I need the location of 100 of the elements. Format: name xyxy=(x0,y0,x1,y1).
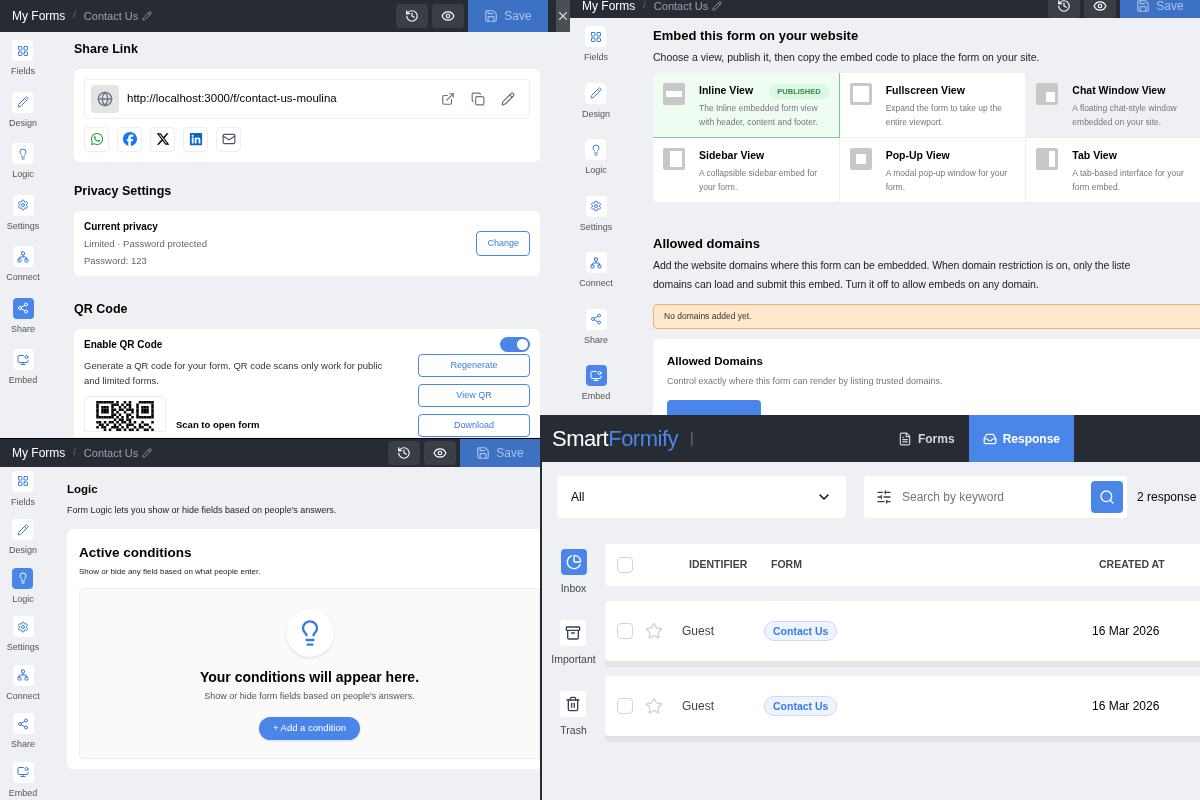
trash-icon[interactable] xyxy=(560,690,587,717)
sidebar-label[interactable]: Fields xyxy=(11,495,35,509)
sidebar-label[interactable]: Logic xyxy=(585,164,607,178)
settings-icon[interactable] xyxy=(585,195,607,217)
qr-toggle[interactable] xyxy=(500,336,530,352)
folder-label[interactable]: Trash xyxy=(560,722,587,739)
preview-button[interactable] xyxy=(432,4,464,28)
search-bar[interactable]: Search by keyword xyxy=(864,476,1127,518)
form-tag: Contact Us xyxy=(764,621,838,641)
pencil-icon[interactable] xyxy=(585,82,607,104)
lightbulb-icon[interactable] xyxy=(585,139,607,160)
pencil-icon[interactable] xyxy=(501,91,515,106)
qr-code-drawing xyxy=(93,400,157,431)
card-description: Show or hide any field based on what people enter. xyxy=(79,565,262,578)
grid-icon[interactable] xyxy=(12,40,34,61)
sidebar-label[interactable]: Embed xyxy=(8,374,38,388)
qr-action-button[interactable]: Download xyxy=(418,413,530,437)
pencil-icon[interactable] xyxy=(142,447,153,458)
monitor-icon[interactable] xyxy=(12,349,34,370)
preview-button[interactable] xyxy=(424,440,456,465)
sidebar-label[interactable]: Fields xyxy=(584,51,608,65)
breadcrumb-separator: / xyxy=(643,0,646,13)
close-icon[interactable] xyxy=(556,9,570,23)
sidebar-label[interactable]: Settings xyxy=(579,220,613,234)
sidebar-label[interactable]: Settings xyxy=(6,219,40,233)
sidebar-label[interactable]: Embed xyxy=(8,786,38,800)
share-icon[interactable] xyxy=(12,713,34,734)
search-field[interactable]: Search by keyword xyxy=(902,488,1081,506)
sidebar-label[interactable]: Logic xyxy=(12,592,34,606)
row-checkbox[interactable] xyxy=(617,623,633,639)
sidebar-label[interactable]: Logic xyxy=(12,168,34,182)
pie-chart-icon[interactable] xyxy=(560,549,587,575)
sidebar-label[interactable]: Design xyxy=(582,107,610,121)
grid-icon[interactable] xyxy=(585,26,607,47)
preview-button[interactable] xyxy=(1084,0,1116,18)
sidebar-label[interactable]: Settings xyxy=(6,641,40,655)
select-all-checkbox[interactable] xyxy=(617,557,633,573)
sidebar-label[interactable]: Design xyxy=(9,544,37,558)
sidebar-label[interactable]: Connect xyxy=(6,689,40,703)
history-button[interactable] xyxy=(388,440,420,465)
settings-icon[interactable] xyxy=(12,194,34,216)
eye-icon xyxy=(441,9,455,23)
lightbulb-icon[interactable] xyxy=(12,143,34,164)
empty-state-text: Show or hide form fields based on people's answers. xyxy=(204,689,415,703)
view-option[interactable]: Fullscreen View Expand the form to take up the entire viewport. xyxy=(839,73,1027,139)
change-button[interactable]: Change xyxy=(476,230,530,256)
x-button[interactable] xyxy=(150,126,175,152)
pencil-icon[interactable] xyxy=(12,91,34,113)
view-option[interactable]: Pop-Up View A modal pop-up window for your form. xyxy=(839,138,1027,204)
copy-icon[interactable] xyxy=(471,91,485,106)
network-icon[interactable] xyxy=(12,246,34,267)
search-button[interactable] xyxy=(1091,481,1123,513)
history-button[interactable] xyxy=(396,4,428,28)
qr-action-button[interactable]: View QR xyxy=(418,383,530,407)
nav-tab[interactable]: Response xyxy=(968,415,1074,462)
share-icon[interactable] xyxy=(585,308,607,330)
monitor-icon[interactable] xyxy=(585,365,607,386)
sidebar-label[interactable]: Share xyxy=(584,333,608,347)
sidebar-label[interactable]: Share xyxy=(11,322,35,336)
sidebar-label[interactable]: Connect xyxy=(579,277,613,291)
grid-icon[interactable] xyxy=(12,470,34,492)
linkedin-button[interactable] xyxy=(183,126,208,152)
sidebar-label[interactable]: Share xyxy=(11,738,35,752)
email-button[interactable] xyxy=(216,126,241,152)
card-title: Active conditions xyxy=(79,544,193,563)
notice-text: No domains added yet. xyxy=(664,310,752,324)
whatsapp-button[interactable] xyxy=(84,126,109,152)
pencil-icon[interactable] xyxy=(142,11,153,21)
breadcrumb-link[interactable]: My Forms xyxy=(12,7,66,25)
nav-tab[interactable]: Forms xyxy=(883,415,969,462)
sidebar-label[interactable]: Connect xyxy=(6,271,40,285)
breadcrumb-link[interactable]: My Forms xyxy=(12,443,66,462)
qr-action-button[interactable]: Regenerate xyxy=(418,353,530,377)
sidebar-label[interactable]: Design xyxy=(9,116,37,130)
filter-icon[interactable] xyxy=(876,489,892,505)
facebook-button[interactable] xyxy=(117,126,142,152)
form-filter-select[interactable]: All xyxy=(557,476,846,518)
pencil-icon[interactable] xyxy=(712,1,723,11)
row-checkbox[interactable] xyxy=(617,698,633,714)
pencil-icon[interactable] xyxy=(12,519,34,540)
external-link-icon[interactable] xyxy=(441,91,455,106)
table-cell-text: Guest xyxy=(682,698,715,715)
network-icon[interactable] xyxy=(12,664,34,686)
qr-caption: Scan to open form xyxy=(176,417,260,432)
star-icon[interactable] xyxy=(645,697,663,715)
view-option[interactable]: Chat Window View A floating chat-style window embedded on your site. xyxy=(1026,73,1200,139)
sidebar-label[interactable]: Fields xyxy=(11,65,35,79)
add-condition-button[interactable]: + Add a condition xyxy=(258,717,361,740)
settings-icon[interactable] xyxy=(12,616,34,637)
folder-label[interactable]: Important xyxy=(551,651,596,668)
breadcrumb-link[interactable]: My Forms xyxy=(582,0,636,15)
share-icon[interactable] xyxy=(12,297,34,319)
sidebar-label[interactable]: Embed xyxy=(581,390,611,404)
archive-icon[interactable] xyxy=(560,619,587,646)
network-icon[interactable] xyxy=(585,252,607,273)
lightbulb-icon[interactable] xyxy=(12,567,34,589)
history-button[interactable] xyxy=(1048,0,1080,18)
monitor-icon[interactable] xyxy=(12,761,34,783)
star-icon[interactable] xyxy=(645,622,663,640)
folder-label[interactable]: Inbox xyxy=(560,581,587,597)
